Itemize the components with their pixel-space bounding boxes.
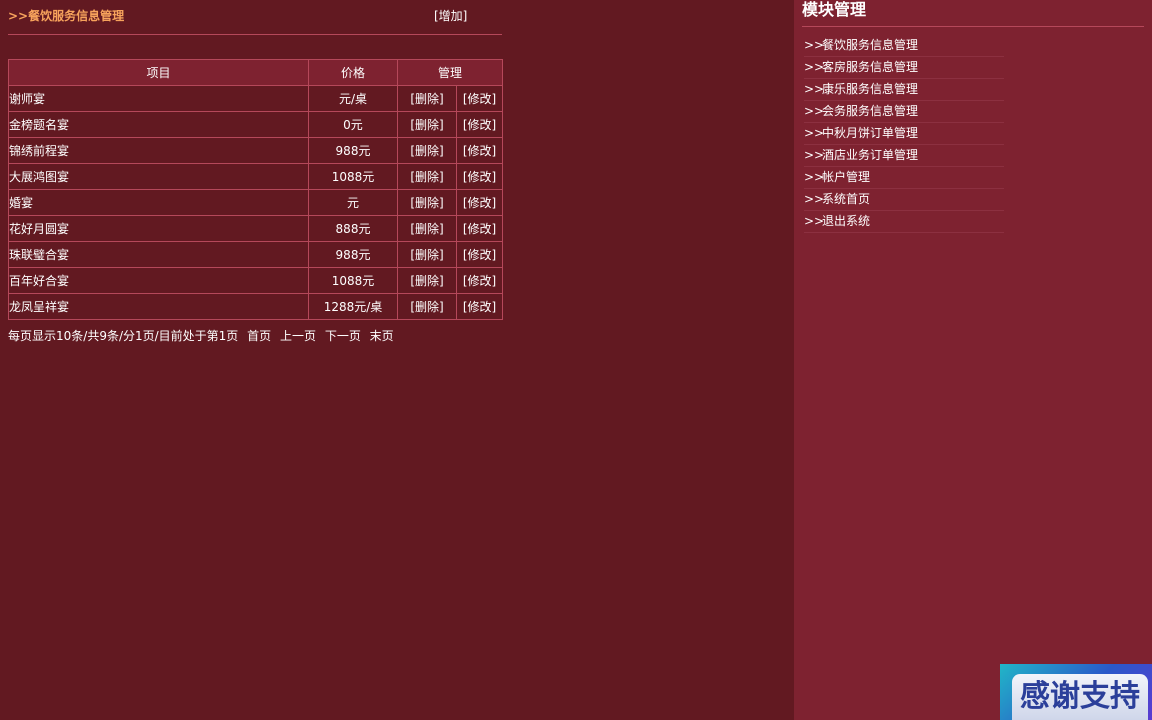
row-item-name: 龙凤呈祥宴	[8, 293, 309, 320]
add-button[interactable]: [增加]	[434, 8, 467, 24]
last-page-link[interactable]: 末页	[370, 329, 394, 343]
sidebar-item[interactable]: >>帐户管理	[804, 167, 1004, 189]
edit-button[interactable]: [修改]	[456, 137, 503, 164]
delete-button[interactable]: [删除]	[397, 111, 457, 138]
edit-button[interactable]: [修改]	[456, 241, 503, 268]
double-chevron-right-icon: >>	[804, 126, 825, 140]
table-row: 百年好合宴 1088元 [删除] [修改]	[8, 267, 503, 294]
first-page-link[interactable]: 首页	[247, 329, 271, 343]
pagination-info: 每页显示10条/共9条/分1页/目前处于第1页	[8, 329, 239, 343]
header-manage: 管理	[397, 59, 503, 86]
row-price: 元/桌	[308, 85, 398, 112]
edit-button[interactable]: [修改]	[456, 215, 503, 242]
row-price: 元	[308, 189, 398, 216]
catering-table: 项目 价格 管理 谢师宴 元/桌 [删除] [修改] 金榜题名宴 0元 [删除] [修改] 锦绣…	[8, 59, 503, 320]
row-price: 0元	[308, 111, 398, 138]
row-item-name: 大展鸿图宴	[8, 163, 309, 190]
header-price: 价格	[308, 59, 398, 86]
row-item-name: 锦绣前程宴	[8, 137, 309, 164]
edit-button[interactable]: [修改]	[456, 189, 503, 216]
double-chevron-right-icon: >>	[804, 192, 825, 206]
row-price: 988元	[308, 241, 398, 268]
table-row: 金榜题名宴 0元 [删除] [修改]	[8, 111, 503, 138]
row-item-name: 百年好合宴	[8, 267, 309, 294]
delete-button[interactable]: [删除]	[397, 163, 457, 190]
row-price: 1088元	[308, 163, 398, 190]
table-row: 珠联璧合宴 988元 [删除] [修改]	[8, 241, 503, 268]
sidebar: 模块管理 >>餐饮服务信息管理 >>客房服务信息管理 >>康乐服务信息管理 >>会务服…	[794, 0, 1152, 720]
edit-button[interactable]: [修改]	[456, 111, 503, 138]
table-row: 婚宴元 [删除] [修改]	[8, 189, 503, 216]
row-item-name: 珠联璧合宴	[8, 241, 309, 268]
double-chevron-right-icon: >>	[804, 148, 825, 162]
pagination: 每页显示10条/共9条/分1页/目前处于第1页 首页 上一页 下一页 末页	[8, 328, 399, 344]
sidebar-item-label: 会务服务信息管理	[822, 104, 919, 118]
table-header-row: 项目 价格 管理	[8, 59, 503, 86]
page-header: >>餐饮服务信息管理 [增加]	[8, 8, 502, 35]
sidebar-item[interactable]: >>系统首页	[804, 189, 1004, 211]
prev-page-link[interactable]: 上一页	[280, 329, 316, 343]
main-content: >>餐饮服务信息管理 [增加] 项目 价格 管理 谢师宴 元/桌 [删除] [修改] 金…	[0, 0, 794, 720]
sidebar-item-label: 康乐服务信息管理	[822, 82, 919, 96]
sidebar-item[interactable]: >>退出系统	[804, 211, 1004, 233]
delete-button[interactable]: [删除]	[397, 85, 457, 112]
sidebar-title: 模块管理	[802, 0, 1144, 27]
edit-button[interactable]: [修改]	[456, 293, 503, 320]
sidebar-item-label: 酒店业务订单管理	[822, 148, 919, 162]
row-price: 1088元	[308, 267, 398, 294]
double-chevron-right-icon: >>	[804, 60, 825, 74]
sidebar-item[interactable]: >>餐饮服务信息管理	[804, 35, 1004, 57]
table-row: 谢师宴 元/桌 [删除] [修改]	[8, 85, 503, 112]
next-page-link[interactable]: 下一页	[325, 329, 361, 343]
row-price: 1288元/桌	[308, 293, 398, 320]
row-item-name: 谢师宴	[8, 85, 309, 112]
sidebar-item-label: 系统首页	[822, 192, 871, 206]
sidebar-item[interactable]: >>康乐服务信息管理	[804, 79, 1004, 101]
thanks-badge-text: 感谢支持	[1012, 674, 1148, 720]
table-row: 龙凤呈祥宴 1288元/桌 [删除] [修改]	[8, 293, 503, 320]
delete-button[interactable]: [删除]	[397, 241, 457, 268]
row-item-name: 花好月圆宴	[8, 215, 309, 242]
double-chevron-right-icon: >>	[804, 104, 825, 118]
thanks-badge: 感谢支持	[1000, 664, 1152, 720]
delete-button[interactable]: [删除]	[397, 137, 457, 164]
sidebar-item-label: 退出系统	[822, 214, 871, 228]
row-item-name: 婚宴	[8, 189, 309, 216]
double-chevron-right-icon: >>	[804, 82, 825, 96]
sidebar-item[interactable]: >>会务服务信息管理	[804, 101, 1004, 123]
row-price: 888元	[308, 215, 398, 242]
sidebar-item-label: 帐户管理	[822, 170, 871, 184]
double-chevron-right-icon: >>	[804, 170, 825, 184]
delete-button[interactable]: [删除]	[397, 293, 457, 320]
edit-button[interactable]: [修改]	[456, 267, 503, 294]
delete-button[interactable]: [删除]	[397, 215, 457, 242]
sidebar-item-label: 客房服务信息管理	[822, 60, 919, 74]
edit-button[interactable]: [修改]	[456, 85, 503, 112]
sidebar-item[interactable]: >>酒店业务订单管理	[804, 145, 1004, 167]
table-row: 大展鸿图宴 1088元 [删除] [修改]	[8, 163, 503, 190]
double-chevron-right-icon: >>	[804, 38, 825, 52]
table-row: 花好月圆宴 888元 [删除] [修改]	[8, 215, 503, 242]
row-price: 988元	[308, 137, 398, 164]
sidebar-item-label: 餐饮服务信息管理	[822, 38, 919, 52]
table-row: 锦绣前程宴 988元 [删除] [修改]	[8, 137, 503, 164]
sidebar-item-label: 中秋月饼订单管理	[822, 126, 919, 140]
edit-button[interactable]: [修改]	[456, 163, 503, 190]
delete-button[interactable]: [删除]	[397, 189, 457, 216]
delete-button[interactable]: [删除]	[397, 267, 457, 294]
header-item: 项目	[8, 59, 309, 86]
double-chevron-right-icon: >>	[804, 214, 825, 228]
page-title: >>餐饮服务信息管理	[8, 9, 125, 23]
table-body: 谢师宴 元/桌 [删除] [修改] 金榜题名宴 0元 [删除] [修改] 锦绣前程宴 988元 [删…	[8, 85, 503, 320]
sidebar-item[interactable]: >>中秋月饼订单管理	[804, 123, 1004, 145]
sidebar-menu: >>餐饮服务信息管理 >>客房服务信息管理 >>康乐服务信息管理 >>会务服务信息管理…	[804, 35, 1004, 233]
row-item-name: 金榜题名宴	[8, 111, 309, 138]
sidebar-item[interactable]: >>客房服务信息管理	[804, 57, 1004, 79]
